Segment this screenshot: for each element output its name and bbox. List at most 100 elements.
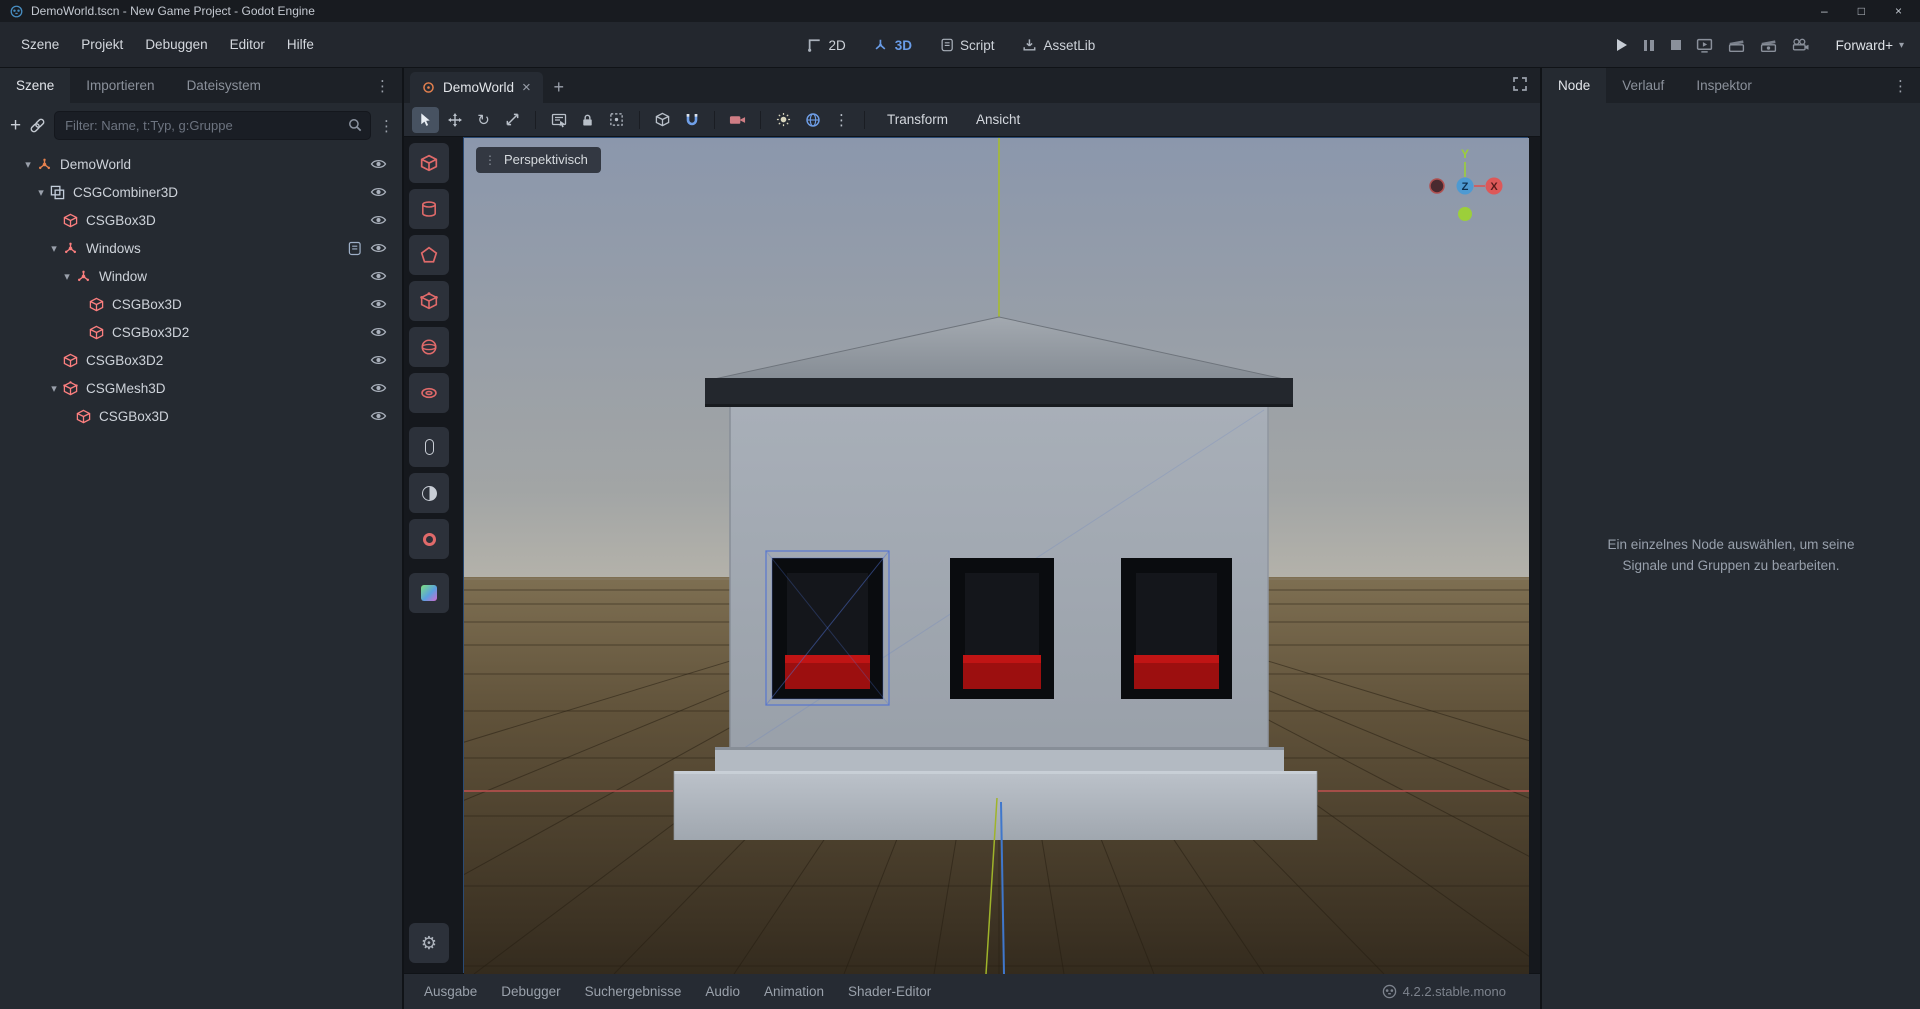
bottom-tab-shader-editor[interactable]: Shader-Editor [838,984,941,999]
csg-mesh-button[interactable] [409,281,449,321]
workspace-3d-button[interactable]: 3D [874,38,912,53]
tree-row-csgmesh3d[interactable]: ▾ CSGMesh3D [0,374,402,402]
tree-row-csgcombiner3d[interactable]: ▾ CSGCombiner3D [0,178,402,206]
attached-script-icon[interactable] [348,241,361,256]
movie-maker-button[interactable] [1792,38,1809,52]
tree-row-csgbox3d2[interactable]: CSGBox3D2 [0,318,402,346]
play-button[interactable] [1617,39,1627,51]
visibility-eye-icon[interactable] [370,354,387,366]
visibility-eye-icon[interactable] [370,214,387,226]
visibility-eye-icon[interactable] [370,158,387,170]
tree-row-windows[interactable]: ▾ Windows [0,234,402,262]
maximize-icon[interactable]: □ [1858,4,1865,18]
tree-row-csgbox3d[interactable]: CSGBox3D [0,290,402,318]
collapse-arrow-icon[interactable]: ▾ [46,242,62,255]
new-scene-tab-button[interactable]: + [543,72,575,103]
group-node-button[interactable] [603,107,630,133]
tree-node-label: Window [99,269,147,284]
tab-verlauf[interactable]: Verlauf [1606,68,1680,103]
tree-row-csgbox3d2[interactable]: CSGBox3D2 [0,346,402,374]
scene-menu-dots-icon[interactable]: ⋮ [379,117,394,135]
add-node-button[interactable]: + [10,116,21,135]
menu-projekt[interactable]: Projekt [70,31,134,58]
visibility-eye-icon[interactable] [370,410,387,422]
remote-debug-button[interactable] [1696,38,1713,53]
tab-dateisystem[interactable]: Dateisystem [171,68,277,103]
preview-environment-button[interactable] [799,107,826,133]
list-select-tool-button[interactable] [545,107,572,133]
bottom-tab-audio[interactable]: Audio [695,984,750,999]
minimize-icon[interactable]: – [1821,4,1828,18]
decal-button[interactable] [409,519,449,559]
camera-override-button[interactable] [724,107,751,133]
menu-debuggen[interactable]: Debuggen [134,31,218,58]
visibility-eye-icon[interactable] [370,270,387,282]
play-scene-button[interactable] [1728,38,1745,53]
visibility-eye-icon[interactable] [370,326,387,338]
csg-cylinder-button[interactable] [409,189,449,229]
pause-button[interactable] [1642,40,1656,51]
dock-menu-dots-icon[interactable]: ⋮ [1881,68,1920,103]
collapse-arrow-icon[interactable]: ▾ [46,382,62,395]
tab-szene[interactable]: Szene [0,68,70,103]
tree-row-demoworld[interactable]: ▾ DemoWorld [0,150,402,178]
workspace-assetlib-button[interactable]: AssetLib [1022,38,1095,53]
tab-inspektor[interactable]: Inspektor [1680,68,1768,103]
collapse-arrow-icon[interactable]: ▾ [59,270,75,283]
preview-menu-dots-icon[interactable]: ⋮ [828,107,855,133]
csg-polygon-button[interactable] [409,235,449,275]
projection-dropdown[interactable]: ⋮ Perspektivisch [476,147,601,173]
workspace-script-button[interactable]: Script [940,38,995,53]
distraction-free-icon[interactable] [1512,76,1528,92]
snap-toggle-button[interactable] [678,107,705,133]
workspace-2d-button[interactable]: 2D [807,38,845,53]
use-local-space-button[interactable] [649,107,676,133]
scale-tool-button[interactable] [499,107,526,133]
instance-scene-link-icon[interactable] [29,117,46,134]
transform-menu[interactable]: Transform [874,112,961,127]
tab-node[interactable]: Node [1542,68,1606,103]
close-tab-icon[interactable]: × [522,79,531,96]
menu-hilfe[interactable]: Hilfe [276,31,325,58]
capsule-button[interactable] [409,427,449,467]
axis-gizmo[interactable]: Y Z X [1405,140,1515,230]
csg-box-button[interactable] [409,143,449,183]
rotate-tool-button[interactable]: ↻ [470,107,497,133]
play-custom-scene-button[interactable] [1760,38,1777,53]
move-tool-button[interactable] [441,107,468,133]
visibility-eye-icon[interactable] [370,186,387,198]
tab-importieren[interactable]: Importieren [70,68,170,103]
tree-row-csgbox3d[interactable]: CSGBox3D [0,402,402,430]
strip-settings-gear-icon[interactable]: ⚙ [409,923,449,963]
scene-tab-demoworld[interactable]: DemoWorld × [410,72,543,103]
visibility-eye-icon[interactable] [370,298,387,310]
renderer-dropdown[interactable]: Forward+ ▾ [1836,38,1904,53]
csg-torus-button[interactable] [409,373,449,413]
menu-editor[interactable]: Editor [219,31,276,58]
bottom-tab-animation[interactable]: Animation [754,984,834,999]
stop-button[interactable] [1671,40,1681,50]
collapse-arrow-icon[interactable]: ▾ [20,158,36,171]
bottom-tab-ausgabe[interactable]: Ausgabe [414,984,487,999]
bottom-tab-debugger[interactable]: Debugger [491,984,570,999]
lock-node-button[interactable] [574,107,601,133]
select-tool-button[interactable] [412,107,439,133]
csg-sphere-button[interactable] [409,327,449,367]
collapse-arrow-icon[interactable]: ▾ [33,186,49,199]
bottom-tab-suchergebnisse[interactable]: Suchergebnisse [575,984,692,999]
ansicht-menu[interactable]: Ansicht [963,112,1033,127]
visibility-eye-icon[interactable] [370,382,387,394]
close-icon[interactable]: × [1895,4,1902,18]
menu-szene[interactable]: Szene [10,31,70,58]
gridmap-button[interactable] [409,573,449,613]
occluder-button[interactable] [409,473,449,513]
tree-row-window[interactable]: ▾ Window [0,262,402,290]
preview-sun-button[interactable] [770,107,797,133]
scene-toolbar: + ⋮ [0,103,402,146]
tree-row-csgbox3d[interactable]: CSGBox3D [0,206,402,234]
scene-filter-input[interactable] [54,111,371,140]
viewport-canvas[interactable]: ⋮ Perspektivisch Y Z X [463,137,1528,973]
gizmo-x-label: X [1490,181,1498,193]
dock-menu-dots-icon[interactable]: ⋮ [363,68,402,103]
visibility-eye-icon[interactable] [370,242,387,254]
